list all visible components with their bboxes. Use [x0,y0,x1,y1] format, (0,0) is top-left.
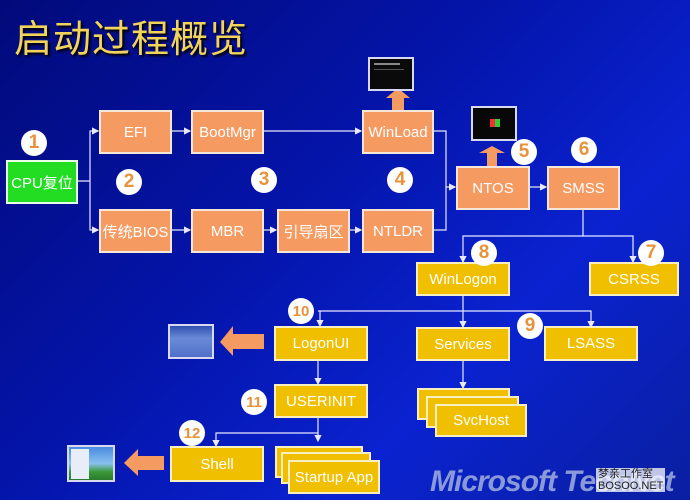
step-badge-7: 7 [638,240,664,266]
step-badge-12: 12 [179,420,205,446]
line-ntldr-ntos [434,187,447,231]
step-badge-9: 9 [517,313,543,339]
left-arrow-logonui [220,326,264,356]
xp-boot-screen-thumbnail [471,106,517,141]
bootmgr-node: BootMgr [191,110,264,154]
mbr-node: MBR [191,209,264,253]
logon-screen-thumbnail [168,324,214,359]
up-arrow-ntos [479,146,505,166]
legacy-bios-node: 传统BIOS [99,209,172,253]
efi-node: EFI [99,110,172,154]
boot-sector-node: 引导扇区 [277,209,350,253]
console-screen-thumbnail [368,57,414,91]
desktop-thumbnail [67,445,115,482]
shell-node: Shell [170,446,264,482]
left-arrow-shell [124,449,164,476]
line-smss-csrss [583,235,637,264]
step-badge-1: 1 [21,130,47,156]
winlogon-node: WinLogon [416,262,510,296]
line-winload-ntos [434,130,457,191]
step-badge-5: 5 [511,139,537,165]
csrss-node: CSRSS [589,262,679,296]
logonui-node: LogonUI [274,326,368,361]
lsass-node: LSASS [544,326,638,361]
watermark-line1: 梦亲工作室 [598,468,653,480]
svchost-node: SvcHost [435,404,527,437]
line-cpu-bios [89,181,100,234]
line-winlogon-branch [318,310,595,329]
watermark-line2: BOSOO.NET [598,480,664,492]
cpu-reset-node: CPU复位 [6,160,78,204]
step-badge-11: 11 [241,389,267,415]
startup-app-node: Startup App [288,460,380,494]
step-badge-4: 4 [387,167,413,193]
step-badge-10: 10 [288,298,314,324]
winload-node: WinLoad [362,110,434,154]
line-cpu-split [78,127,100,182]
step-badge-8: 8 [471,240,497,266]
up-arrow-winload [386,88,410,110]
userinit-node: USERINIT [274,384,368,418]
watermark: 梦亲工作室 BOSOO.NET [596,468,666,492]
ntos-node: NTOS [456,166,530,210]
step-badge-6: 6 [571,137,597,163]
ntldr-node: NTLDR [362,209,434,253]
smss-node: SMSS [547,166,620,210]
services-node: Services [416,327,510,361]
line-userinit-shell [212,432,318,448]
step-badge-2: 2 [116,169,142,195]
step-badge-3: 3 [251,167,277,193]
